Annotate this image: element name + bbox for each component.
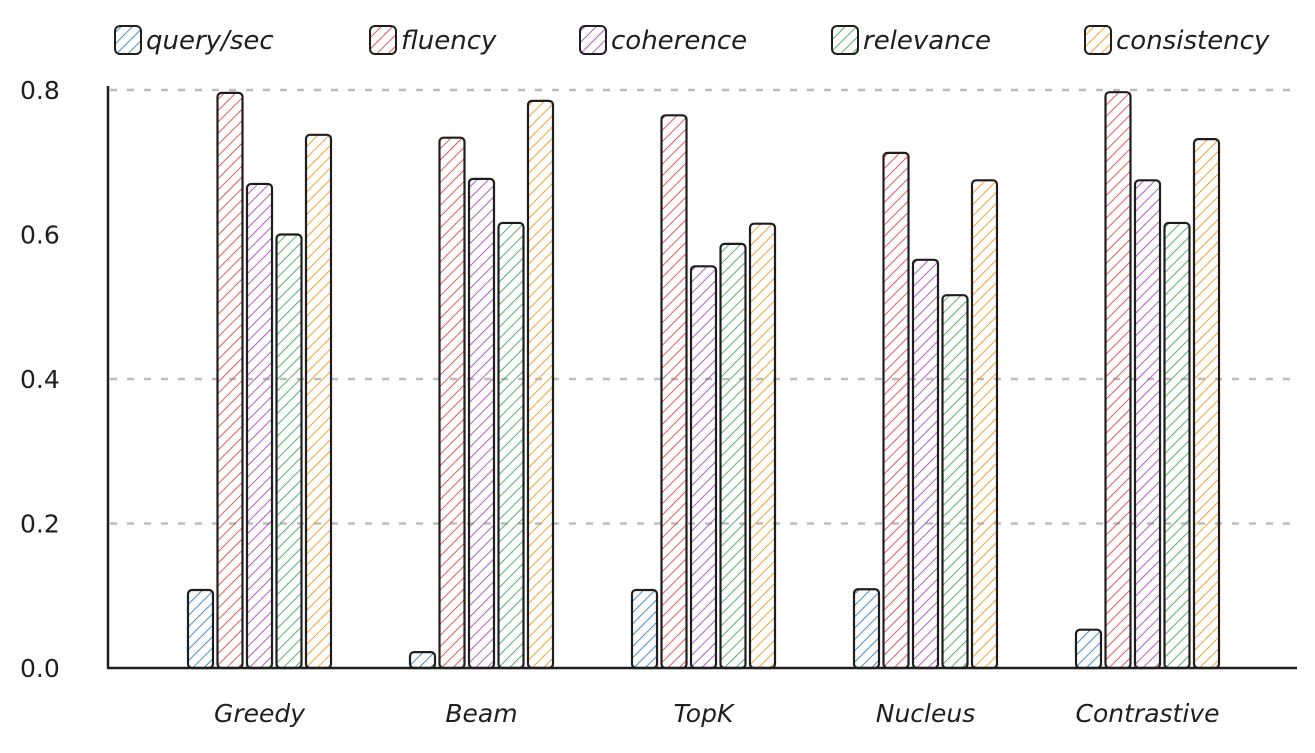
- legend-item: fluency: [369, 25, 497, 56]
- bar-beam-fluency: [438, 136, 466, 670]
- bar-contrastive-coherence: [1133, 179, 1162, 670]
- bar-nucleus-fluency: [882, 151, 910, 670]
- bar-contrastive-fluency: [1104, 91, 1132, 670]
- legend-swatch: [114, 25, 142, 55]
- bar-beam-querysec: [408, 651, 437, 670]
- legend-item: coherence: [579, 25, 747, 56]
- bar-greedy-consistency: [304, 133, 333, 670]
- legend-label: relevance: [863, 26, 991, 56]
- legend-label: consistency: [1116, 26, 1270, 56]
- bar-greedy-relevance: [275, 233, 303, 670]
- bar-contrastive-querysec: [1074, 628, 1103, 670]
- bar-topk-querysec: [630, 588, 659, 670]
- bar-group-beam: [408, 99, 555, 670]
- legend: query/sec fluency coherence relevance consis…: [114, 25, 1270, 56]
- y-tick-label: 0.0: [20, 654, 60, 683]
- bar-nucleus-coherence: [911, 258, 940, 670]
- legend-swatch: [369, 25, 397, 55]
- legend-label: query/sec: [146, 26, 274, 56]
- bar-nucleus-relevance: [941, 294, 969, 670]
- bar-topk-consistency: [748, 222, 777, 670]
- legend-swatch: [579, 25, 607, 55]
- y-tick-label: 0.6: [20, 221, 60, 250]
- bar-topk-coherence: [689, 265, 718, 670]
- legend-item: relevance: [831, 25, 991, 56]
- legend-item: query/sec: [114, 25, 274, 56]
- y-tick-label: 0.8: [20, 76, 60, 105]
- bar-beam-consistency: [526, 99, 555, 670]
- x-tick-label: Nucleus: [876, 699, 976, 728]
- bar-nucleus-consistency: [970, 179, 999, 670]
- bar-beam-relevance: [497, 221, 525, 670]
- bar-topk-fluency: [660, 114, 688, 670]
- x-tick-label: TopK: [674, 699, 736, 728]
- bar-chart: 0.0 0.2 0.4 0.6 0.8 Greedy Beam TopK Nucleus Con…: [20, 25, 1297, 728]
- legend-label: coherence: [611, 26, 747, 56]
- legend-swatch: [1084, 25, 1112, 55]
- bar-nucleus-querysec: [852, 588, 881, 670]
- x-tick-labels: Greedy Beam TopK Nucleus Contrastive: [214, 699, 1220, 728]
- legend-swatch: [831, 25, 859, 55]
- legend-item: consistency: [1084, 25, 1270, 56]
- y-tick-label: 0.2: [20, 510, 60, 539]
- bar-contrastive-relevance: [1163, 221, 1191, 670]
- bar-greedy-coherence: [245, 182, 274, 670]
- bar-group-nucleus: [852, 151, 999, 670]
- x-tick-label: Beam: [445, 699, 517, 728]
- bar-contrastive-consistency: [1192, 138, 1221, 670]
- bar-greedy-querysec: [186, 588, 215, 670]
- y-tick-labels: 0.0 0.2 0.4 0.6 0.8: [20, 76, 60, 683]
- y-tick-label: 0.4: [20, 365, 60, 394]
- bar-topk-relevance: [719, 242, 747, 670]
- bar-greedy-fluency: [216, 91, 244, 670]
- x-tick-label: Contrastive: [1076, 699, 1220, 728]
- bar-group-topk: [630, 114, 777, 670]
- bar-beam-coherence: [467, 177, 496, 670]
- legend-label: fluency: [401, 26, 497, 56]
- bar-group-greedy: [186, 91, 333, 670]
- x-tick-label: Greedy: [214, 699, 306, 728]
